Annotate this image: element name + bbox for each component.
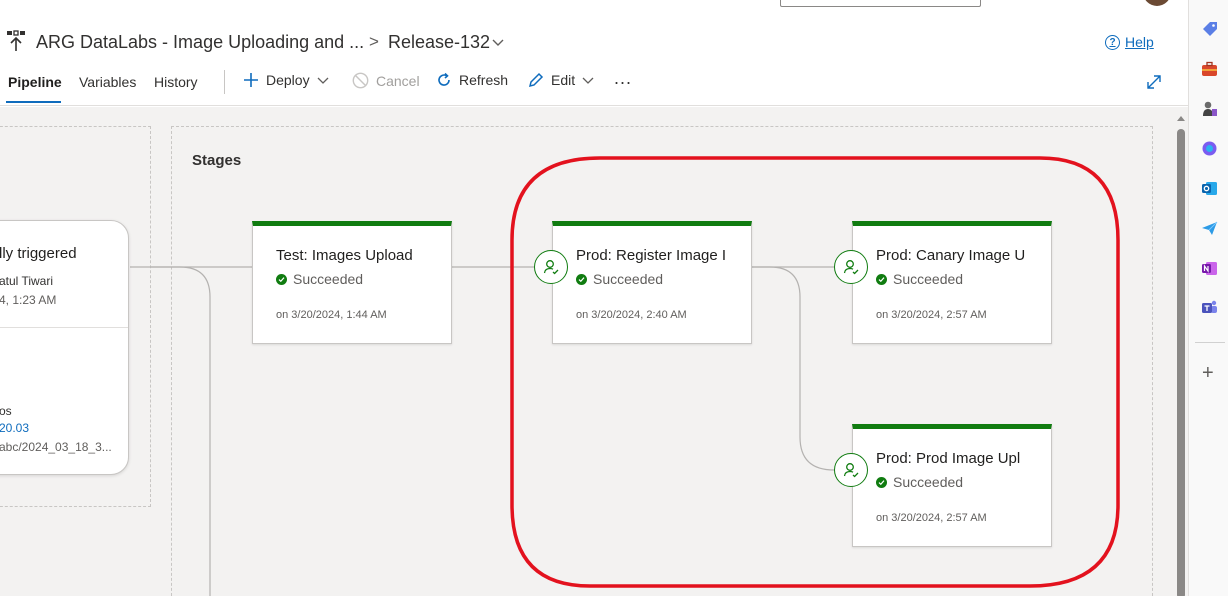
cancel-icon [352, 72, 369, 89]
tab-history[interactable]: History [154, 74, 198, 90]
stage-status: Succeeded [576, 271, 663, 287]
stage-status: Succeeded [876, 474, 963, 490]
stage-date: on 3/20/2024, 2:57 AM [876, 512, 987, 524]
toolbar-divider [224, 70, 225, 94]
stage-status-label: Succeeded [293, 271, 364, 287]
stage-name: Prod: Prod Image Upl [876, 450, 1021, 467]
send-icon[interactable] [1201, 220, 1218, 237]
edit-label: Edit [551, 72, 576, 88]
success-check-icon [576, 273, 587, 285]
stage-status: Succeeded [876, 271, 963, 287]
stage-card-prod-register-image[interactable]: Prod: Register Image I Succeeded on 3/20… [552, 221, 752, 344]
scroll-up-arrow-icon[interactable] [1177, 116, 1185, 121]
pipeline-title[interactable]: ARG DataLabs - Image Uploading and ... [36, 32, 364, 53]
stage-status-label: Succeeded [893, 474, 964, 490]
add-icon[interactable]: + [1202, 363, 1214, 383]
tab-variables[interactable]: Variables [79, 74, 136, 90]
vertical-scrollbar[interactable] [1174, 107, 1188, 596]
release-name[interactable]: Release-132 [388, 32, 490, 53]
chevron-down-icon [582, 77, 594, 84]
approver-person-icon [843, 463, 859, 478]
trigger-title: lly triggered [0, 245, 77, 262]
plus-icon [244, 73, 258, 87]
success-check-icon [276, 273, 287, 285]
browser-top-strip [0, 0, 1188, 18]
sidebar-divider [1195, 342, 1225, 343]
briefcase-icon[interactable] [1201, 61, 1218, 78]
breadcrumb-separator: > [369, 32, 379, 51]
card-divider [0, 327, 128, 328]
refresh-button[interactable]: Refresh [436, 72, 508, 88]
copilot-icon[interactable] [1201, 140, 1218, 157]
pipeline-canvas: Stages lly triggered atul Tiwari 4, 1:23… [0, 107, 1174, 596]
stage-card-prod-canary-image-upload[interactable]: Prod: Canary Image U Succeeded on 3/20/2… [852, 221, 1052, 344]
avatar[interactable] [1143, 0, 1171, 6]
search-box[interactable] [780, 0, 981, 7]
chess-icon[interactable] [1201, 100, 1218, 117]
stage-name: Prod: Register Image I [576, 247, 727, 264]
edit-button[interactable]: Edit [528, 72, 594, 88]
refresh-icon [438, 72, 450, 86]
chevron-down-icon [317, 77, 329, 84]
tag-icon[interactable] [1201, 21, 1218, 38]
pre-deployment-approval-button[interactable] [534, 250, 568, 284]
approver-person-icon [543, 260, 559, 275]
pencil-icon [528, 72, 544, 88]
more-actions-button[interactable]: ... [614, 68, 632, 89]
scrollbar-thumb[interactable] [1177, 129, 1185, 596]
outlook-icon[interactable] [1201, 180, 1218, 197]
stage-status: Succeeded [276, 271, 363, 287]
stage-card-test-images-upload[interactable]: Test: Images Upload Succeeded on 3/20/20… [252, 221, 452, 344]
cancel-label: Cancel [376, 72, 420, 89]
stage-date: on 3/20/2024, 1:44 AM [276, 309, 387, 321]
pre-deployment-approval-button[interactable] [834, 250, 868, 284]
help-icon: ? [1105, 34, 1120, 50]
help-label: Help [1125, 34, 1154, 50]
help-link[interactable]: ? Help [1105, 34, 1154, 50]
stage-date: on 3/20/2024, 2:40 AM [576, 309, 687, 321]
stage-name: Test: Images Upload [276, 247, 413, 264]
deploy-label: Deploy [266, 72, 310, 88]
artifact-trigger-card[interactable]: lly triggered atul Tiwari 4, 1:23 AM os … [0, 220, 129, 475]
refresh-label: Refresh [459, 72, 509, 88]
success-check-icon [876, 273, 887, 285]
tab-selected-indicator [6, 101, 61, 103]
success-check-icon [876, 476, 887, 488]
stage-name: Prod: Canary Image U [876, 247, 1026, 264]
stage-status-label: Succeeded [593, 271, 664, 287]
pre-deployment-approval-button[interactable] [834, 453, 868, 487]
stage-status-label: Succeeded [893, 271, 964, 287]
chevron-down-icon[interactable] [491, 32, 505, 52]
stage-date: on 3/20/2024, 2:57 AM [876, 309, 987, 321]
release-header: ARG DataLabs - Image Uploading and ... >… [0, 18, 1188, 106]
trigger-time: 4, 1:23 AM [0, 293, 57, 307]
approver-person-icon [843, 260, 859, 275]
stage-card-prod-image-upload[interactable]: Prod: Prod Image Upl Succeeded on 3/20/2… [852, 424, 1052, 547]
artifact-name: os [0, 404, 12, 418]
release-pipeline-icon [7, 30, 25, 51]
teams-icon[interactable] [1201, 299, 1218, 316]
onenote-icon[interactable] [1201, 260, 1218, 277]
artifact-version-link[interactable]: 20.03 [0, 421, 29, 435]
browser-sidebar: + [1188, 0, 1228, 596]
tab-pipeline[interactable]: Pipeline [8, 74, 62, 90]
deploy-button[interactable]: Deploy [243, 72, 329, 88]
artifact-branch: abc/2024_03_18_3... [0, 440, 112, 454]
cancel-button[interactable]: Cancel [352, 72, 420, 89]
expand-icon[interactable] [1146, 74, 1162, 90]
triggered-by: atul Tiwari [0, 274, 54, 288]
